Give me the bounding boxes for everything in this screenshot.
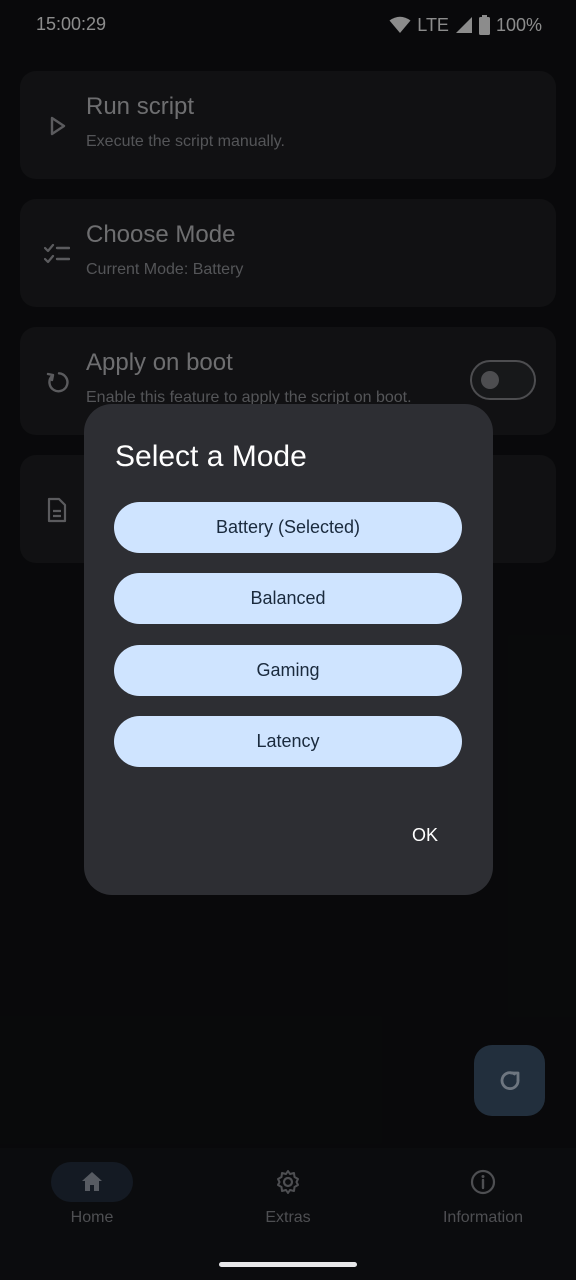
ok-button[interactable]: OK xyxy=(402,820,448,850)
mode-option-balanced[interactable]: Balanced xyxy=(114,573,462,624)
mode-option-battery[interactable]: Battery (Selected) xyxy=(114,502,462,553)
select-mode-dialog: Select a Mode Battery (Selected) Balance… xyxy=(84,404,493,895)
mode-option-latency[interactable]: Latency xyxy=(114,716,462,767)
mode-option-gaming[interactable]: Gaming xyxy=(114,645,462,696)
home-indicator[interactable] xyxy=(219,1262,357,1267)
dialog-title: Select a Mode xyxy=(115,440,307,473)
